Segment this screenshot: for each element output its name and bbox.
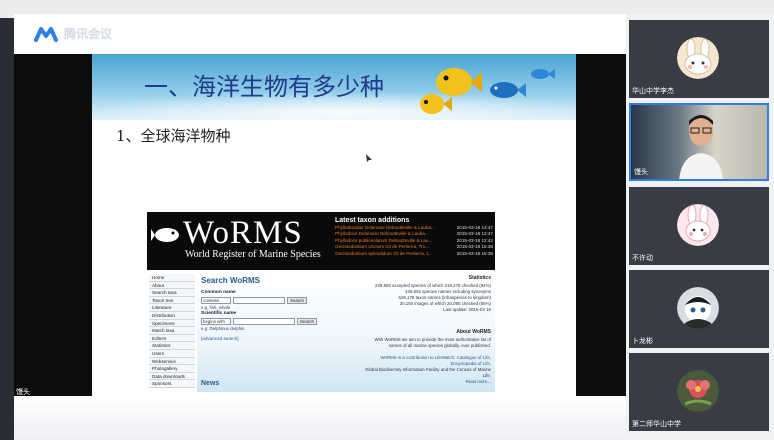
participant-tile-active[interactable]: 馒头 [629, 103, 769, 181]
nav-item-taxon-tree: Taxon tree [149, 296, 195, 305]
participant-name: 第二师华山中学 [632, 420, 681, 428]
common-search-button: Search [287, 297, 307, 304]
bunny-pink-avatar-icon [677, 204, 719, 246]
nav-item-match-taxa: Match taxa [149, 327, 195, 335]
statistics-block: Statistics 229,550 accepted species of w… [347, 274, 491, 313]
participant-name: 不许动 [632, 254, 653, 262]
worms-fish-logo-icon [151, 228, 179, 242]
worms-main: Search WoRMS Common name contains Search… [197, 270, 495, 392]
fish-image [420, 68, 555, 114]
about-line: Global Biodiversity Information Facility… [365, 367, 491, 372]
nav-item-photogallery: Photogallery [149, 365, 195, 373]
nav-item-search-taxa: Search taxa [149, 289, 195, 297]
advanced-search-link: [advanced search] [201, 336, 239, 341]
scientific-name-label: Scientific name [201, 311, 237, 316]
slide-subtitle: 1、全球海洋物种 [116, 127, 231, 145]
common-name-input [233, 297, 285, 304]
latest-additions-title: Latest taxon additions [335, 217, 410, 224]
participant-tile[interactable]: 卜龙彬 [629, 270, 769, 348]
scientific-name-input [233, 318, 295, 325]
scientific-name-note: e.g. Delphinus delphis [201, 326, 245, 331]
nav-item-about: About [149, 281, 195, 290]
worms-header: WoRMS World Register of Marine Species L… [147, 212, 495, 270]
participant-name: 卜龙彬 [632, 337, 653, 345]
read-more-link: Read more... [465, 379, 491, 384]
common-name-label: Common name [201, 290, 236, 295]
participant-tile[interactable]: 第二师华山中学 [629, 353, 769, 431]
character-avatar-icon [677, 287, 719, 329]
common-name-select: contains [201, 297, 231, 304]
nav-item-users: Users [149, 349, 195, 358]
about-title: About WoRMS [456, 329, 491, 335]
presentation-slide: 一、海洋生物有多少种 1、全球海洋物种 WoRMS World Register… [92, 54, 576, 396]
nav-item-statistics: Statistics [149, 342, 195, 350]
nav-item-literature: Literature [149, 304, 195, 312]
latest-name: Oecistodontium splendidum Gil de Pertier… [335, 250, 433, 256]
scientific-search-button: Search [297, 318, 317, 325]
statistics-line: Last update: 2015-03-18 [443, 307, 491, 312]
worms-name: WoRMS [183, 215, 303, 251]
slide-title: 一、海洋生物有多少种 [144, 73, 384, 101]
nav-item-editors: Editors [149, 334, 195, 343]
common-name-note: e.g. fish, whale [201, 305, 231, 310]
nav-item-home: Home [149, 274, 195, 282]
app-title: 腾讯会议 [64, 27, 113, 41]
latest-row: Oecistodontium splendidum Gil de Pertier… [335, 251, 493, 257]
participant-tile[interactable]: 华山中学李杰 [629, 20, 769, 98]
scientific-name-select: begins with [201, 318, 231, 325]
nav-item-sponsors: Sponsors [149, 380, 195, 388]
latest-date: 2015-03-18 15:38 [456, 250, 493, 256]
search-worms-title: Search WoRMS [201, 276, 260, 285]
nav-item-data-downloads: Data downloads [149, 372, 195, 381]
statistics-title: Statistics [468, 275, 491, 281]
participant-name: 馒头 [634, 168, 648, 176]
about-block: About WoRMS With WoRMS we aim to provide… [347, 328, 491, 385]
worms-tagline: World Register of Marine Species [185, 249, 321, 260]
flower-avatar-icon [677, 370, 719, 412]
slide-banner: 一、海洋生物有多少种 [92, 54, 576, 120]
participant-name: 华山中学李杰 [632, 87, 674, 95]
person-video-figure [679, 115, 723, 179]
participant-tile[interactable]: 不许动 [629, 187, 769, 265]
nav-item-specimens: Specimens [149, 319, 195, 328]
nav-item-distribution: Distribution [149, 311, 195, 320]
news-title: News [201, 380, 220, 387]
bottom-toolbar-area [14, 396, 626, 440]
mouse-cursor-icon [366, 154, 372, 162]
worms-nav: Home About Search taxa Taxon tree Litera… [149, 274, 195, 392]
bunny-avatar-icon [677, 37, 719, 79]
worms-website-screenshot: WoRMS World Register of Marine Species L… [147, 212, 495, 392]
latest-additions: Latest taxon additions Phyllodocidae Del… [335, 216, 493, 270]
nav-item-webservice: Webservice [149, 357, 195, 366]
tencent-meeting-logo-icon [34, 27, 58, 42]
